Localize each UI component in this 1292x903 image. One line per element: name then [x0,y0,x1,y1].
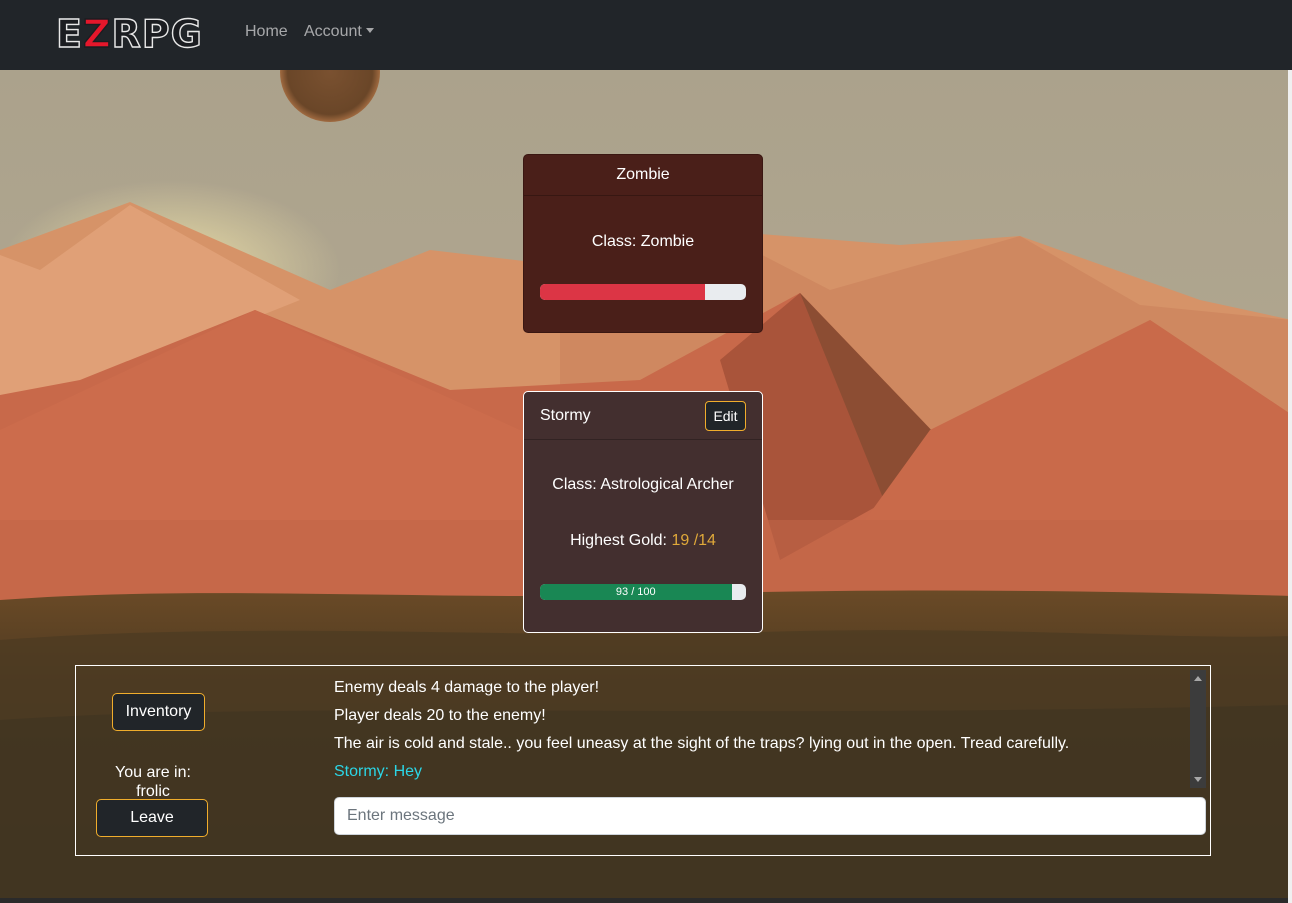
player-health-bar: 93 / 100 [540,584,746,600]
enemy-name: Zombie [616,166,670,183]
log-line: Enemy deals 4 damage to the player! [334,679,600,696]
message-input[interactable] [334,797,1206,835]
log-line: Player deals 20 to the enemy! [334,707,546,724]
enemy-card-header: Zombie [524,155,762,196]
enemy-health-bar [540,284,746,300]
brand-logo[interactable]: EZRPG [55,13,203,54]
player-health-fill: 93 / 100 [540,584,732,600]
current-room: You are in: frolic [76,763,230,801]
inventory-button[interactable]: Inventory [112,693,205,731]
room-prefix: You are in: [115,764,191,781]
player-class: Class: Astrological Archer [552,476,734,493]
player-card: Stormy Edit Class: Astrological Archer H… [523,391,763,633]
message-log: Enemy deals 4 damage to the player! Play… [334,674,1190,790]
player-name: Stormy [540,406,591,424]
nav-account-dropdown[interactable]: Account [304,23,374,41]
enemy-health-fill [540,284,705,300]
scroll-up-arrow-icon[interactable] [1194,676,1202,681]
caret-down-icon [365,28,374,33]
chat-line: Stormy: Hey [334,763,423,780]
enemy-class: Class: Zombie [591,233,695,250]
nav-account-label: Account [304,23,362,40]
action-panel: Inventory You are in: frolic Leave Enemy… [75,665,1211,856]
edit-button[interactable]: Edit [705,400,746,431]
player-gold: Highest Gold: 19 /14 [524,532,762,550]
enemy-card: Zombie Class: Zombie [523,154,763,333]
page-scrollbar[interactable] [1288,70,1292,903]
top-navbar: EZRPG Home Account [0,0,1292,70]
player-card-header: Stormy Edit [524,392,762,440]
nav-home-link[interactable]: Home [245,23,288,41]
log-scrollbar[interactable] [1190,670,1206,788]
scroll-down-arrow-icon[interactable] [1194,777,1202,782]
leave-button[interactable]: Leave [96,799,208,837]
gold-value: 19 /14 [671,532,716,549]
gold-label: Highest Gold: [570,532,667,549]
log-line: The air is cold and stale.. you feel une… [334,735,1070,752]
